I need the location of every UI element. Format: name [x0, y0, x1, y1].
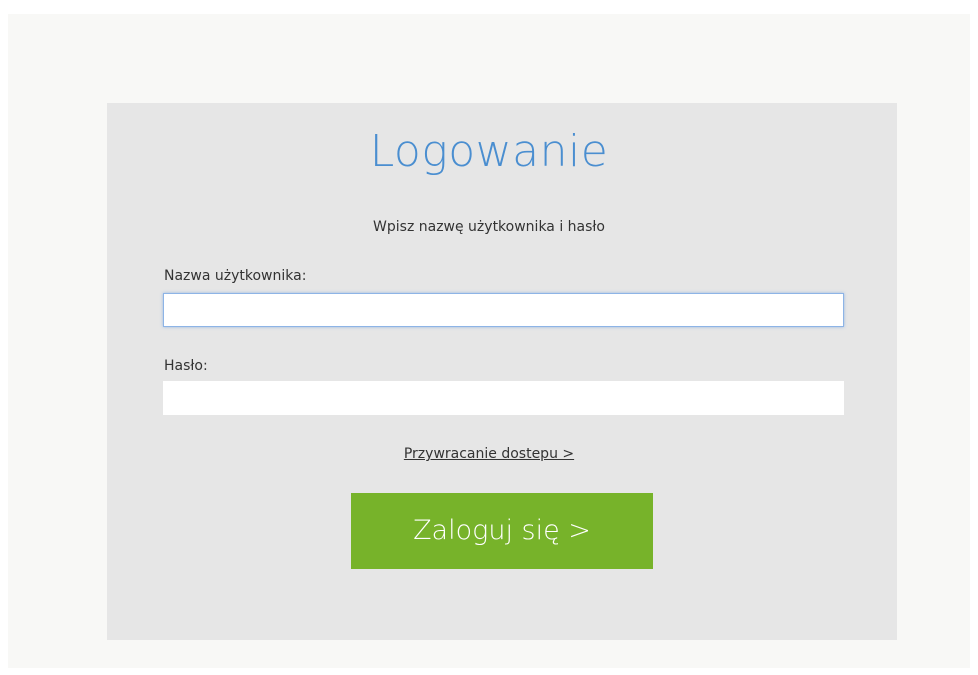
username-input[interactable]	[163, 293, 844, 327]
password-label: Hasło:	[164, 358, 208, 374]
login-button[interactable]: Zaloguj się >	[351, 493, 653, 569]
username-label: Nazwa użytkownika:	[164, 268, 307, 284]
recover-access-link[interactable]: Przywracanie dostepu >	[404, 446, 574, 462]
recover-access-link-row: Przywracanie dostepu >	[0, 444, 978, 464]
login-instructions: Wpisz nazwę użytkownika i hasło	[373, 219, 605, 235]
password-input[interactable]	[163, 381, 844, 415]
page-title: Logowanie	[369, 126, 609, 177]
